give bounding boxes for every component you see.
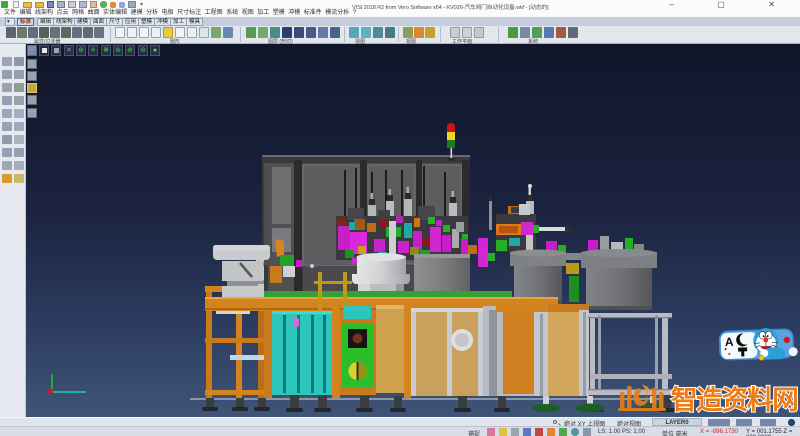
svg-text:A: A (725, 335, 734, 349)
svg-text:智造资料网: 智造资料网 (671, 385, 798, 415)
